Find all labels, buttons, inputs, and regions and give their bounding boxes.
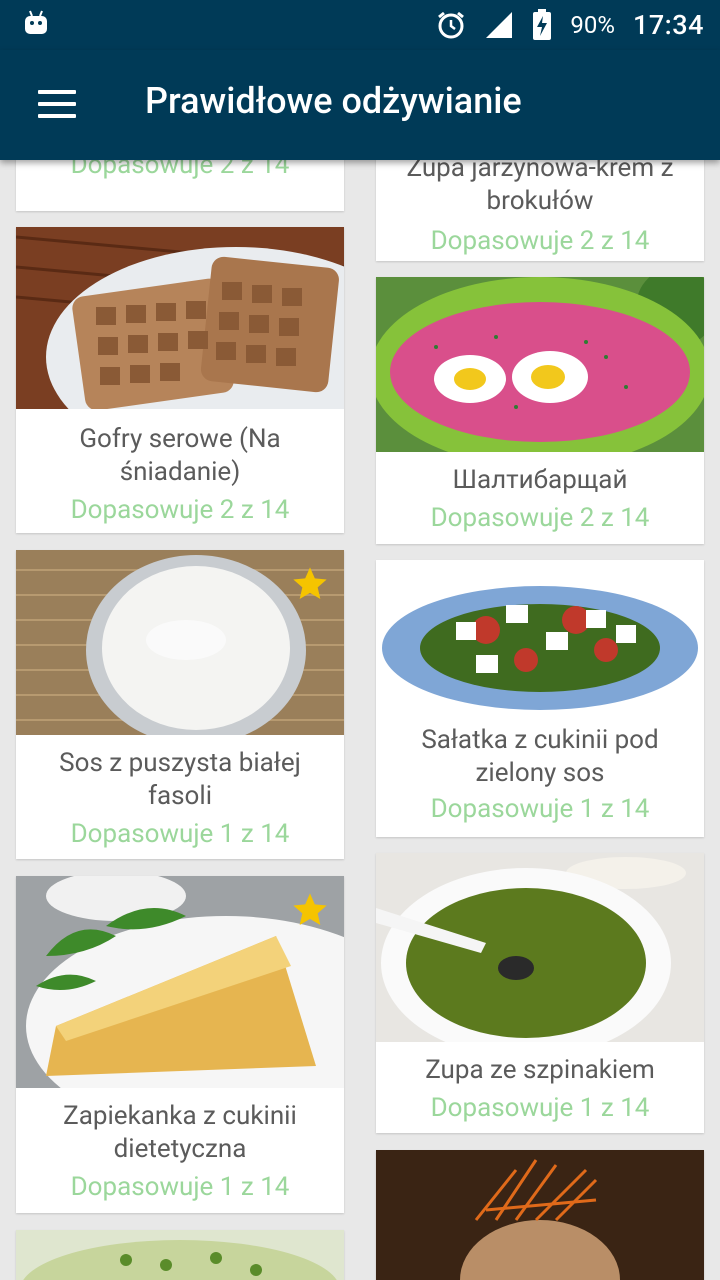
- match-count: Dopasowuje 1 z 14: [70, 819, 290, 849]
- star-icon[interactable]: [290, 564, 330, 604]
- match-count: Dopasowuje 2 z 14: [430, 503, 650, 533]
- match-count: Dopasowuje 2 z 14: [70, 160, 290, 180]
- match-count: Dopasowuje 1 z 14: [430, 1093, 650, 1123]
- recipe-image: [16, 1230, 344, 1280]
- match-count: Dopasowuje 1 z 14: [70, 1172, 290, 1202]
- recipe-image: [376, 560, 704, 712]
- recipe-title: Zapiekanka z cukinii dietetyczna: [63, 1101, 297, 1164]
- alarm-icon: [438, 11, 465, 39]
- recipe-image: [376, 1150, 704, 1280]
- recipe-card[interactable]: Zapiekanka z cukinii dietetyczna Dopasow…: [16, 876, 344, 1213]
- recipe-image: [16, 227, 344, 409]
- recipe-card[interactable]: Sos z puszysta białej fasoli Dopasowuje …: [16, 550, 344, 859]
- recipe-card[interactable]: [376, 1150, 704, 1280]
- recipe-image: [16, 876, 344, 1088]
- battery-percent: 90%: [570, 11, 615, 39]
- star-icon[interactable]: [290, 890, 330, 930]
- match-count: Dopasowuje 2 z 14: [70, 495, 290, 525]
- recipe-card[interactable]: Zupa ze szpinakiem Dopasowuje 1 z 14: [376, 853, 704, 1133]
- match-count: Dopasowuje 2 z 14: [430, 226, 650, 256]
- recipe-card[interactable]: Zupa jarzynowa-krem z brokułów Dopasowuj…: [376, 160, 704, 261]
- recipe-card[interactable]: Sałatka z cukinii pod zielony sos Dopaso…: [376, 560, 704, 837]
- recipe-image: [16, 550, 344, 735]
- recipe-image: [376, 853, 704, 1042]
- recipe-card[interactable]: Dopasowuje 2 z 14: [16, 160, 344, 211]
- recipe-image: [376, 277, 704, 452]
- recipe-title: Gofry serowe (Na śniadanie): [79, 424, 281, 487]
- app-title: Prawidłowe odżywianie: [145, 80, 522, 122]
- app-bar: Prawidłowe odżywianie: [0, 50, 720, 160]
- hamburger-icon[interactable]: [38, 90, 76, 118]
- clock: 17:34: [632, 9, 704, 41]
- status-bar: 90% 17:34: [0, 0, 720, 50]
- recipe-title: Zupa ze szpinakiem: [425, 1055, 655, 1085]
- battery-charging-icon: [533, 9, 552, 40]
- recipe-title: Sos z puszysta białej fasoli: [59, 748, 301, 811]
- recipe-card[interactable]: [16, 1230, 344, 1280]
- recipe-title: Sałatka z cukinii pod zielony sos: [421, 725, 659, 788]
- android-icon: [25, 10, 47, 34]
- recipe-card[interactable]: Gofry serowe (Na śniadanie) Dopasowuje 2…: [16, 227, 344, 533]
- recipe-title: Zupa jarzynowa-krem z brokułów: [406, 160, 674, 216]
- recipe-card[interactable]: Шалтибарщай Dopasowuje 2 z 14: [376, 277, 704, 544]
- signal-icon: [486, 12, 513, 38]
- recipe-grid[interactable]: Dopasowuje 2 z 14 Zupa jarzynowa-krem z …: [0, 160, 720, 1280]
- recipe-title: Шалтибарщай: [452, 465, 628, 495]
- match-count: Dopasowuje 1 z 14: [430, 794, 650, 824]
